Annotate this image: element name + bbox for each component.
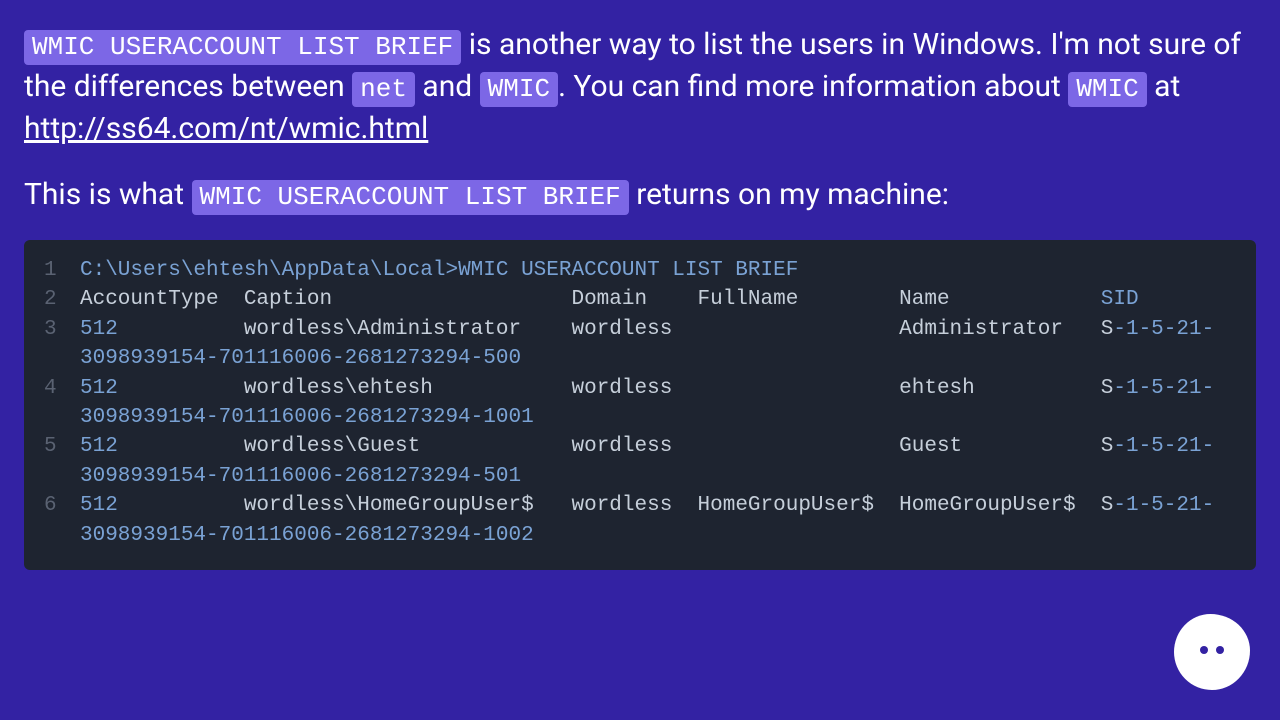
avatar-eye-icon — [1200, 646, 1208, 654]
code-line: 5512 wordless\Guest wordless Guest S-1-5… — [44, 432, 1236, 491]
code-line: 6512 wordless\HomeGroupUser$ wordless Ho… — [44, 491, 1236, 550]
paragraph-1: WMIC USERACCOUNT LIST BRIEF is another w… — [24, 24, 1256, 150]
line-number: 6 — [44, 491, 80, 520]
line-number: 5 — [44, 432, 80, 461]
text: This is what — [24, 177, 192, 212]
text: . You can find more information about — [558, 69, 1068, 104]
line-number: 3 — [44, 315, 80, 344]
code-line: 2AccountType Caption Domain FullName Nam… — [44, 285, 1236, 314]
code-line: 4512 wordless\ehtesh wordless ehtesh S-1… — [44, 374, 1236, 433]
code-content: 512 wordless\HomeGroupUser$ wordless Hom… — [80, 491, 1236, 550]
line-number: 2 — [44, 285, 80, 314]
code-line: 1C:\Users\ehtesh\AppData\Local>WMIC USER… — [44, 256, 1236, 285]
avatar-eye-icon — [1216, 646, 1224, 654]
code-chip-wmic-brief: WMIC USERACCOUNT LIST BRIEF — [24, 30, 461, 65]
paragraph-2: This is what WMIC USERACCOUNT LIST BRIEF… — [24, 174, 1256, 216]
code-content: 512 wordless\ehtesh wordless ehtesh S-1-… — [80, 374, 1236, 433]
code-content: 512 wordless\Administrator wordless Admi… — [80, 315, 1236, 374]
code-chip-wmic-2: WMIC — [1068, 72, 1146, 107]
code-content: C:\Users\ehtesh\AppData\Local>WMIC USERA… — [80, 256, 1236, 285]
link-ss64-wmic[interactable]: http://ss64.com/nt/wmic.html — [24, 111, 428, 146]
code-chip-net: net — [352, 72, 415, 107]
code-content: 512 wordless\Guest wordless Guest S-1-5-… — [80, 432, 1236, 491]
code-chip-wmic: WMIC — [480, 72, 558, 107]
code-content: AccountType Caption Domain FullName Name… — [80, 285, 1236, 314]
line-number: 1 — [44, 256, 80, 285]
text: and — [415, 69, 480, 104]
code-block-terminal: 1C:\Users\ehtesh\AppData\Local>WMIC USER… — [24, 240, 1256, 570]
text: returns on my machine: — [629, 177, 949, 212]
code-line: 3512 wordless\Administrator wordless Adm… — [44, 315, 1236, 374]
avatar[interactable] — [1174, 614, 1250, 690]
code-chip-wmic-brief-2: WMIC USERACCOUNT LIST BRIEF — [192, 180, 629, 215]
text: at — [1147, 69, 1181, 104]
line-number: 4 — [44, 374, 80, 403]
